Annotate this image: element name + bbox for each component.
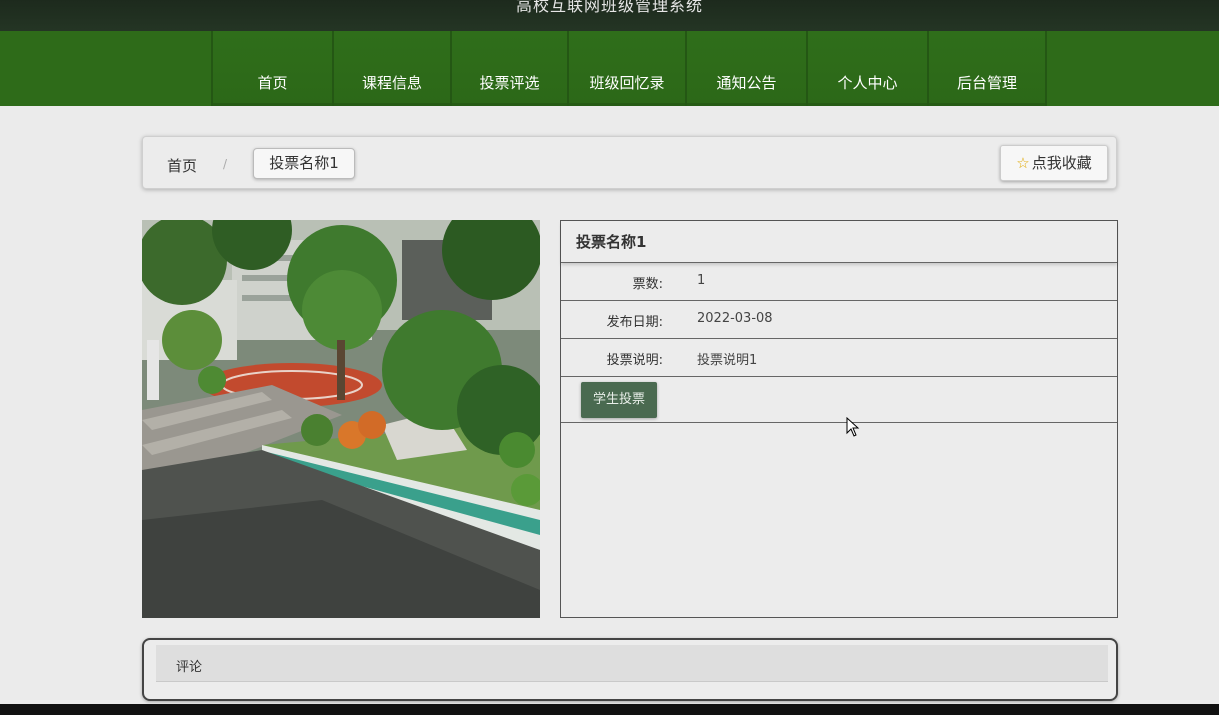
nav-item-admin[interactable]: 后台管理 (927, 31, 1047, 106)
publish-date-label: 发布日期: (606, 315, 663, 330)
breadcrumb-home-link[interactable]: 首页 (167, 155, 197, 176)
nav-item-voting[interactable]: 投票评选 (450, 31, 567, 106)
breadcrumb-current: 投票名称1 (253, 148, 355, 179)
bottom-edge (0, 704, 1219, 715)
nav-item-profile[interactable]: 个人中心 (806, 31, 927, 106)
publish-date-row: 发布日期: 2022-03-08 (561, 301, 1117, 339)
vote-description-value: 投票说明1 (697, 353, 758, 368)
mouse-cursor-icon (846, 417, 860, 437)
site-title: 高校互联网班级管理系统 (515, 0, 703, 15)
favorite-button-label: 点我收藏 (1031, 154, 1092, 172)
top-header: 高校互联网班级管理系统 (0, 0, 1219, 31)
breadcrumb: 首页 / 投票名称1 ☆ 点我收藏 (142, 136, 1117, 189)
star-icon: ☆ (1016, 154, 1030, 172)
nav-item-home[interactable]: 首页 (211, 31, 332, 106)
vote-action-row: 学生投票 (561, 377, 1117, 423)
vote-title: 投票名称1 (561, 221, 1117, 263)
nav-menu: 首页 课程信息 投票评选 班级回忆录 通知公告 个人中心 后台管理 (211, 31, 1047, 106)
student-vote-button[interactable]: 学生投票 (581, 382, 657, 418)
vote-count-row: 票数: 1 (561, 263, 1117, 301)
vote-description-row: 投票说明: 投票说明1 (561, 339, 1117, 377)
main-navbar: 首页 课程信息 投票评选 班级回忆录 通知公告 个人中心 后台管理 (0, 31, 1219, 106)
nav-item-courses[interactable]: 课程信息 (332, 31, 450, 106)
publish-date-value: 2022-03-08 (697, 311, 773, 326)
vote-count-label: 票数: (632, 277, 663, 292)
comment-label: 评论 (176, 660, 203, 675)
vote-photo (142, 220, 540, 618)
favorite-button[interactable]: ☆ 点我收藏 (1000, 145, 1108, 181)
comment-header: 评论 (156, 645, 1108, 682)
vote-detail-panel: 投票名称1 票数: 1 发布日期: 2022-03-08 投票说明: 投票说明1… (560, 220, 1118, 618)
vote-description-label: 投票说明: (606, 353, 663, 368)
nav-item-memories[interactable]: 班级回忆录 (567, 31, 685, 106)
comment-section: 评论 (142, 638, 1118, 701)
breadcrumb-separator: / (223, 157, 228, 171)
campus-garden-image (142, 220, 540, 618)
nav-item-notices[interactable]: 通知公告 (685, 31, 806, 106)
vote-count-value: 1 (697, 273, 706, 288)
